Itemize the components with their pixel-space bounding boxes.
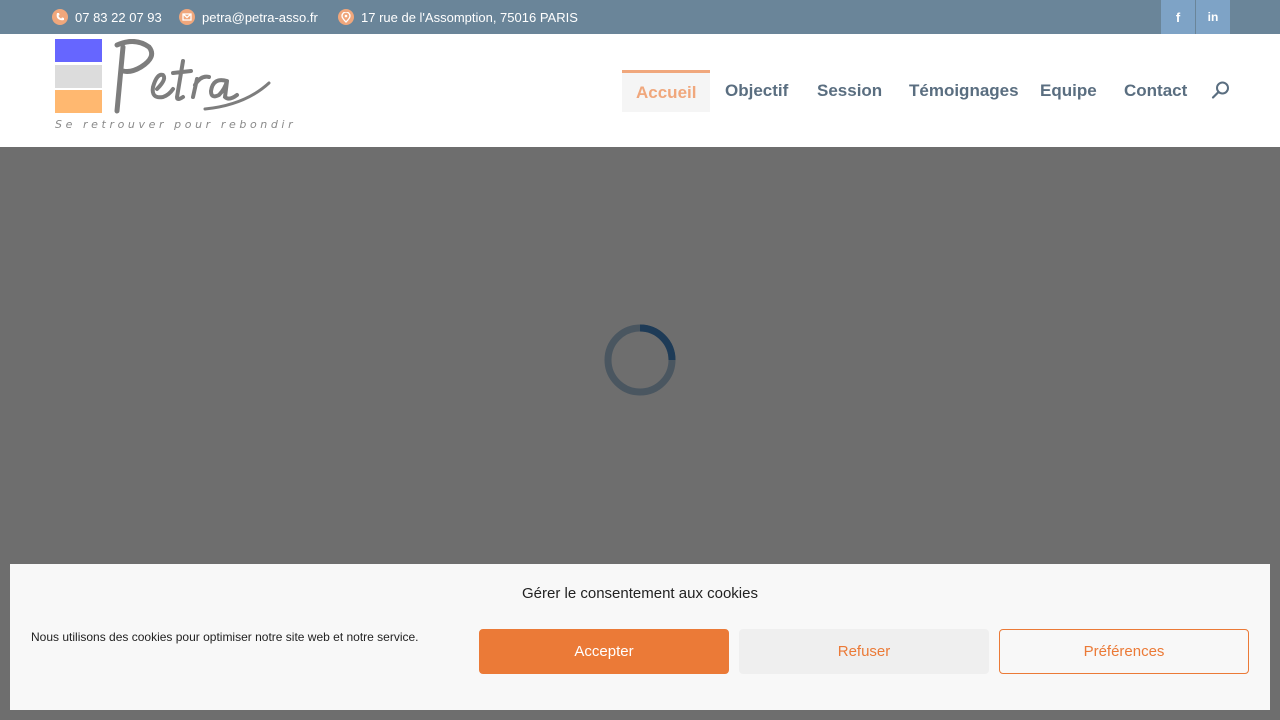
location-pin-icon <box>338 9 354 25</box>
nav-label: Objectif <box>725 81 789 100</box>
linkedin-link[interactable]: in <box>1196 0 1230 34</box>
nav-label: Equipe <box>1040 81 1097 100</box>
cookie-title: Gérer le consentement aux cookies <box>522 585 758 602</box>
nav-item-equipe[interactable]: Equipe <box>1040 70 1097 112</box>
nav-label: Accueil <box>636 82 697 102</box>
nav-item-accueil[interactable]: Accueil <box>622 70 711 112</box>
contact-email[interactable]: petra@petra-asso.fr <box>179 0 318 34</box>
refuse-cookies-button[interactable]: Refuser <box>739 629 989 674</box>
nav-label: Contact <box>1124 81 1188 100</box>
nav-item-session[interactable]: Session <box>817 70 882 112</box>
logo-wordmark <box>114 39 271 114</box>
top-bar: 07 83 22 07 93 petra@petra-asso.fr 17 ru… <box>0 0 1280 34</box>
search-icon <box>1211 81 1229 99</box>
loading-spinner-icon <box>604 324 676 396</box>
contact-address: 17 rue de l'Assomption, 75016 PARIS <box>338 0 578 34</box>
logo-tagline: Se retrouver pour rebondir <box>55 118 297 131</box>
nav-label: Session <box>817 81 883 100</box>
cookie-preferences-button[interactable]: Préférences <box>999 629 1249 674</box>
contact-phone[interactable]: 07 83 22 07 93 <box>52 0 162 34</box>
nav-label: Témoignages <box>909 81 1019 100</box>
email-text: petra@petra-asso.fr <box>202 9 318 25</box>
cookie-consent-banner: Gérer le consentement aux cookies Nous u… <box>10 564 1270 710</box>
logo-square-blue <box>55 39 102 62</box>
facebook-icon: f <box>1175 9 1181 25</box>
logo-square-grey <box>55 65 102 88</box>
site-logo[interactable]: Se retrouver pour rebondir <box>55 39 293 131</box>
nav-item-temoignages[interactable]: Témoignages <box>909 70 1019 112</box>
accept-cookies-button[interactable]: Accepter <box>479 629 729 674</box>
phone-icon <box>52 9 68 25</box>
nav-item-contact[interactable]: Contact <box>1124 70 1187 112</box>
nav-item-objectif[interactable]: Objectif <box>725 70 788 112</box>
cookie-message: Nous utilisons des cookies pour optimise… <box>31 630 419 644</box>
logo-square-orange <box>55 90 102 113</box>
linkedin-icon: in <box>1207 10 1219 24</box>
phone-text: 07 83 22 07 93 <box>75 9 162 25</box>
search-button[interactable] <box>1210 79 1232 101</box>
site-header: Se retrouver pour rebondir Accueil Objec… <box>0 34 1280 147</box>
mail-icon <box>179 9 195 25</box>
address-text: 17 rue de l'Assomption, 75016 PARIS <box>361 9 578 25</box>
facebook-link[interactable]: f <box>1161 0 1195 34</box>
